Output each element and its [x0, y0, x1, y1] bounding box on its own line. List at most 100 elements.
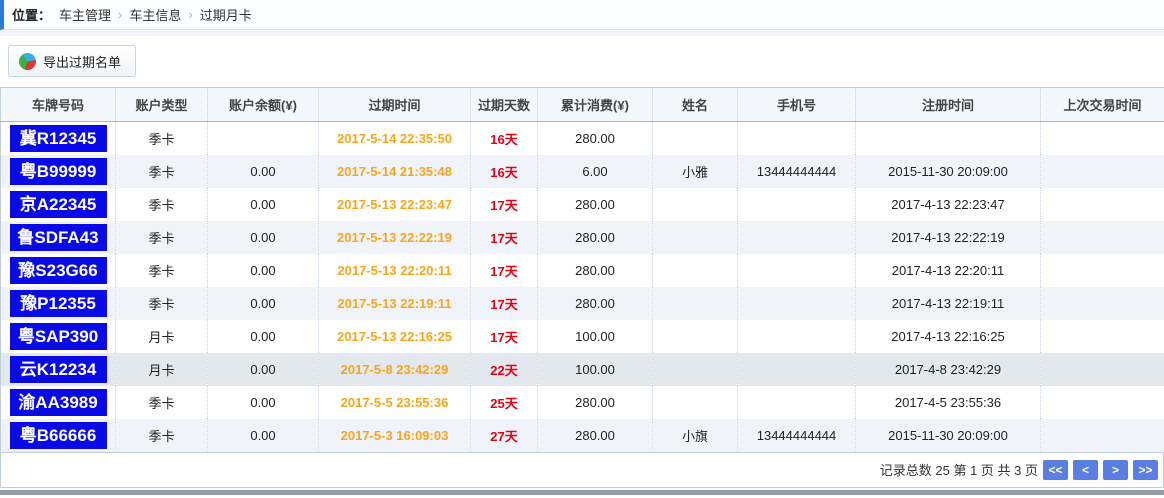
license-plate-badge: 鲁SDFA43: [10, 224, 107, 251]
cell-balance: 0.00: [208, 188, 319, 221]
page-prev-button[interactable]: <: [1073, 460, 1098, 480]
cell-register_time: 2015-11-30 20:09:00: [856, 419, 1041, 452]
cell-balance: 0.00: [208, 155, 319, 188]
table-row[interactable]: 云K12234月卡0.002017-5-8 23:42:2922天100.002…: [1, 353, 1164, 386]
cell-last_trade_time: [1041, 155, 1164, 188]
cell-expire_time: 2017-5-3 16:09:03: [319, 419, 471, 452]
cell-total_spent: 280.00: [538, 287, 653, 320]
cell-account_type: 季卡: [116, 221, 208, 254]
table-row[interactable]: 豫P12355季卡0.002017-5-13 22:19:1117天280.00…: [1, 287, 1164, 320]
cell-balance: 0.00: [208, 353, 319, 386]
license-plate-badge: 京A22345: [10, 191, 107, 218]
col-header-register_time: 注册时间: [856, 88, 1041, 122]
cell-total_spent: 100.00: [538, 353, 653, 386]
cell-register_time: 2017-4-5 23:55:36: [856, 386, 1041, 419]
breadcrumb-item-owner-management[interactable]: 车主管理: [59, 5, 111, 24]
cell-name: [653, 122, 738, 155]
table-row[interactable]: 冀R12345季卡2017-5-14 22:35:5016天280.00: [1, 122, 1164, 155]
cell-plate: 鲁SDFA43: [1, 221, 116, 254]
cell-name: [653, 353, 738, 386]
cell-account_type: 季卡: [116, 386, 208, 419]
cell-last_trade_time: [1041, 254, 1164, 287]
chevron-right-icon: ›: [188, 7, 192, 22]
cell-account_type: 季卡: [116, 287, 208, 320]
cell-account_type: 季卡: [116, 419, 208, 452]
table-row[interactable]: 豫S23G66季卡0.002017-5-13 22:20:1117天280.00…: [1, 254, 1164, 287]
page-first-button[interactable]: <<: [1043, 460, 1068, 480]
table-header-row: 车牌号码账户类型账户余额(¥)过期时间过期天数累计消费(¥)姓名手机号注册时间上…: [1, 88, 1164, 122]
expired-cards-table: 车牌号码账户类型账户余额(¥)过期时间过期天数累计消费(¥)姓名手机号注册时间上…: [0, 87, 1164, 452]
license-plate-badge: 粤B66666: [10, 422, 107, 449]
cell-last_trade_time: [1041, 419, 1164, 452]
cell-phone: 13444444444: [738, 419, 856, 452]
license-plate-badge: 粤SAP390: [10, 323, 107, 350]
cell-register_time: 2017-4-13 22:23:47: [856, 188, 1041, 221]
cell-register_time: 2017-4-13 22:20:11: [856, 254, 1041, 287]
table-row[interactable]: 鲁SDFA43季卡0.002017-5-13 22:22:1917天280.00…: [1, 221, 1164, 254]
cell-account_type: 季卡: [116, 254, 208, 287]
cell-register_time: 2017-4-13 22:19:11: [856, 287, 1041, 320]
cell-expire_time: 2017-5-13 22:22:19: [319, 221, 471, 254]
cell-phone: [738, 188, 856, 221]
cell-expired_days: 17天: [471, 221, 538, 254]
cell-balance: 0.00: [208, 287, 319, 320]
breadcrumb-item-owner-info[interactable]: 车主信息: [129, 5, 181, 24]
cell-register_time: 2017-4-8 23:42:29: [856, 353, 1041, 386]
cell-total_spent: 100.00: [538, 320, 653, 353]
page-last-button[interactable]: >>: [1133, 460, 1158, 480]
cell-balance: 0.00: [208, 254, 319, 287]
table-row[interactable]: 渝AA3989季卡0.002017-5-5 23:55:3625天280.002…: [1, 386, 1164, 419]
cell-plate: 粤SAP390: [1, 320, 116, 353]
table-row[interactable]: 粤SAP390月卡0.002017-5-13 22:16:2517天100.00…: [1, 320, 1164, 353]
page-next-button[interactable]: >: [1103, 460, 1128, 480]
col-header-total_spent: 累计消费(¥): [538, 88, 653, 122]
cell-phone: [738, 221, 856, 254]
cell-account_type: 月卡: [116, 353, 208, 386]
table-row[interactable]: 粤B99999季卡0.002017-5-14 21:35:4816天6.00小雅…: [1, 155, 1164, 188]
cell-expire_time: 2017-5-5 23:55:36: [319, 386, 471, 419]
cell-plate: 京A22345: [1, 188, 116, 221]
cell-plate: 豫P12355: [1, 287, 116, 320]
export-expired-list-button[interactable]: 导出过期名单: [8, 45, 136, 77]
bottom-edge: [0, 490, 1164, 495]
cell-register_time: 2017-4-13 22:22:19: [856, 221, 1041, 254]
pie-chart-icon: [19, 53, 36, 70]
col-header-expire_time: 过期时间: [319, 88, 471, 122]
col-header-expired_days: 过期天数: [471, 88, 538, 122]
col-header-balance: 账户余额(¥): [208, 88, 319, 122]
col-header-name: 姓名: [653, 88, 738, 122]
page: 位置： 车主管理 › 车主信息 › 过期月卡 导出过期名单 车牌号码账户类型账户…: [0, 0, 1164, 498]
cell-phone: [738, 353, 856, 386]
license-plate-badge: 粤B99999: [10, 158, 107, 185]
cell-expire_time: 2017-5-13 22:23:47: [319, 188, 471, 221]
record-summary: 记录总数 25 第 1 页 共 3 页: [880, 460, 1038, 479]
cell-last_trade_time: [1041, 188, 1164, 221]
cell-last_trade_time: [1041, 386, 1164, 419]
cell-plate: 豫S23G66: [1, 254, 116, 287]
license-plate-badge: 豫S23G66: [10, 257, 107, 284]
cell-last_trade_time: [1041, 320, 1164, 353]
table-row[interactable]: 粤B66666季卡0.002017-5-3 16:09:0327天280.00小…: [1, 419, 1164, 452]
cell-phone: [738, 254, 856, 287]
cell-phone: [738, 386, 856, 419]
cell-total_spent: 280.00: [538, 419, 653, 452]
table-row[interactable]: 京A22345季卡0.002017-5-13 22:23:4717天280.00…: [1, 188, 1164, 221]
cell-plate: 粤B66666: [1, 419, 116, 452]
cell-balance: 0.00: [208, 320, 319, 353]
cell-total_spent: 6.00: [538, 155, 653, 188]
col-header-last_trade_time: 上次交易时间: [1041, 88, 1164, 122]
cell-last_trade_time: [1041, 287, 1164, 320]
cell-register_time: 2017-4-13 22:16:25: [856, 320, 1041, 353]
cell-last_trade_time: [1041, 221, 1164, 254]
cell-phone: [738, 122, 856, 155]
cell-balance: 0.00: [208, 419, 319, 452]
cell-account_type: 季卡: [116, 188, 208, 221]
cell-expire_time: 2017-5-14 22:35:50: [319, 122, 471, 155]
cell-expire_time: 2017-5-13 22:20:11: [319, 254, 471, 287]
chevron-right-icon: ›: [118, 7, 122, 22]
col-header-phone: 手机号: [738, 88, 856, 122]
cell-name: 小旗: [653, 419, 738, 452]
cell-total_spent: 280.00: [538, 254, 653, 287]
breadcrumb-item-expired-cards: 过期月卡: [200, 5, 252, 24]
cell-expired_days: 17天: [471, 188, 538, 221]
